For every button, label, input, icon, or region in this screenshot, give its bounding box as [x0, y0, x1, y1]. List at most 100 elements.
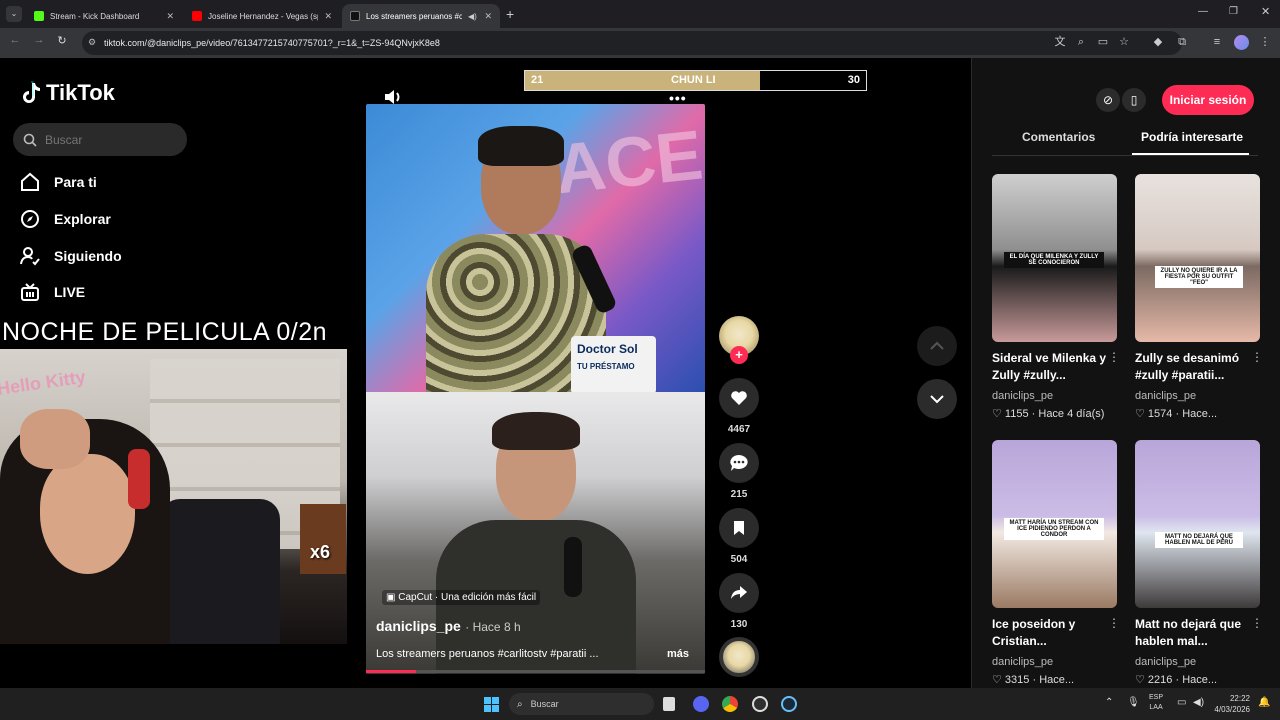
create-effect-button[interactable]: ⊘ [1096, 88, 1120, 112]
card-3-headline: MATT HARÍA UN STREAM CON ICE PIDIENDO PE… [1004, 518, 1104, 540]
recommended-video-1[interactable]: EL DÍA QUE MILENKA Y ZULLY SE CONOCIERON [992, 174, 1117, 342]
install-app-icon[interactable]: ▭ [1096, 35, 1110, 49]
restore-button[interactable]: ❐ [1229, 6, 1238, 17]
microphone-icon[interactable]: 🎙 [1127, 697, 1140, 708]
nav-siguiendo[interactable]: Siguiendo [20, 246, 122, 266]
video-author[interactable]: daniclips_pe [376, 618, 461, 634]
get-app-button[interactable]: ▯ [1122, 88, 1146, 112]
card-1-more-icon[interactable]: ⋮ [1108, 350, 1120, 364]
compass-small-icon: ⊘ [1102, 93, 1114, 107]
card-4-user[interactable]: daniclips_pe [1135, 656, 1196, 668]
clock[interactable]: 22:22 4/03/2026 [1212, 693, 1250, 715]
video-player[interactable]: FACE Doctor Sol TU PRÉSTAMO ▣ CapCut · U… [366, 104, 705, 674]
share-button[interactable] [719, 573, 759, 613]
extension-diamond-icon[interactable]: ◆ [1151, 35, 1165, 49]
tab-search-button[interactable]: ⌄ [6, 6, 22, 22]
search-bar[interactable] [13, 123, 187, 156]
windows-start-icon[interactable] [484, 697, 499, 712]
new-tab-button[interactable]: + [506, 6, 514, 22]
nav-live[interactable]: LIVE [20, 282, 85, 302]
recommended-video-4[interactable]: MATT NO DEJARÁ QUE HABLEN MAL DE PERÚ [1135, 440, 1260, 608]
card-3-user[interactable]: daniclips_pe [992, 656, 1053, 668]
taskbar-search[interactable]: ⌕ Buscar [509, 693, 654, 715]
recommended-video-3[interactable]: MATT HARÍA UN STREAM CON ICE PIDIENDO PE… [992, 440, 1117, 608]
close-icon[interactable]: ✕ [166, 11, 174, 22]
taskbar-search-label: Buscar [530, 699, 559, 709]
video-progress-fill [366, 670, 416, 673]
card-1-title[interactable]: Sideral ve Milenka y Zully #zully... [992, 350, 1110, 384]
windows-taskbar: ⌕ Buscar ⌃ 🎙 ESP LAA ▭ ◀) 22:22 4/03/202… [0, 688, 1280, 720]
scoreboard-name: CHUN LI [671, 74, 716, 86]
reload-button[interactable]: ↻ [53, 34, 71, 47]
notifications-icon[interactable]: 🔔 [1258, 697, 1270, 708]
nav-label: Para ti [54, 174, 97, 190]
nav-explorar[interactable]: Explorar [20, 209, 111, 229]
tab-kick-dashboard[interactable]: Stream - Kick Dashboard ✕ [26, 4, 182, 28]
capcut-badge[interactable]: ▣ CapCut · Una edición más fácil [382, 590, 541, 605]
card-2-more-icon[interactable]: ⋮ [1251, 350, 1263, 364]
address-bar[interactable]: ⚙ tiktok.com/@daniclips_pe/video/7613477… [82, 31, 1182, 55]
streamer-hand [20, 409, 90, 469]
previous-video-button[interactable] [917, 326, 957, 366]
comment-button[interactable] [719, 443, 759, 483]
card-3-more-icon[interactable]: ⋮ [1108, 616, 1120, 630]
zoom-icon[interactable]: ⌕ [1074, 35, 1088, 49]
video-progress-bar[interactable] [366, 670, 705, 673]
network-icon[interactable]: ▭ [1177, 697, 1186, 708]
follow-plus-button[interactable]: + [730, 346, 748, 364]
tray-chevron-icon[interactable]: ⌃ [1105, 697, 1113, 708]
scoreboard-right: 30 [847, 74, 860, 86]
tab-active-indicator [1132, 153, 1249, 155]
card-1-user[interactable]: daniclips_pe [992, 390, 1053, 402]
search-input[interactable] [45, 132, 175, 147]
card-1-time: Hace 4 día(s) [1038, 408, 1105, 420]
discord-icon[interactable] [693, 696, 709, 712]
nav-para-ti[interactable]: Para ti [20, 172, 97, 192]
caption-more-button[interactable]: más [667, 648, 689, 660]
reading-list-icon[interactable]: ≡ [1210, 35, 1224, 49]
minimize-button[interactable]: — [1198, 6, 1208, 17]
tab-tiktok[interactable]: Los streamers peruanos #ca ◀) ✕ [342, 4, 500, 28]
steam-icon[interactable] [781, 696, 797, 712]
close-icon[interactable]: ✕ [324, 11, 332, 22]
card-4-title[interactable]: Matt no dejará que hablen mal... [1135, 616, 1253, 650]
save-button[interactable] [719, 508, 759, 548]
emote-badge: x6 [300, 504, 346, 574]
browser-tab-bar: ⌄ Stream - Kick Dashboard ✕ Joseline Her… [0, 0, 1280, 28]
back-button[interactable]: ← [6, 34, 24, 46]
clock-date: 4/03/2026 [1214, 705, 1250, 714]
translate-icon[interactable]: 文 [1053, 35, 1067, 49]
card-2-title[interactable]: Zully se desanimó #zully #paratii... [1135, 350, 1253, 384]
language-indicator[interactable]: ESP LAA [1149, 693, 1163, 713]
next-video-button[interactable] [917, 379, 957, 419]
profile-avatar[interactable] [1234, 35, 1249, 50]
speaker-icon[interactable]: ◀) [468, 12, 477, 21]
chrome-icon[interactable] [722, 696, 738, 712]
browser-menu-icon[interactable]: ⋮ [1258, 35, 1272, 49]
site-info-icon[interactable]: ⚙ [88, 37, 96, 48]
recommended-video-2[interactable]: ZULLY NO QUIERE IR A LA FIESTA POR SU OU… [1135, 174, 1260, 342]
music-disc-avatar[interactable] [719, 637, 759, 677]
close-icon[interactable]: ✕ [484, 11, 492, 22]
card-2-user[interactable]: daniclips_pe [1135, 390, 1196, 402]
like-button[interactable] [719, 378, 759, 418]
capcut-icon: ▣ [386, 592, 399, 603]
file-explorer-icon[interactable] [663, 697, 675, 711]
card-3-title[interactable]: Ice poseidon y Cristian... [992, 616, 1110, 650]
login-button[interactable]: Iniciar sesión [1162, 85, 1254, 115]
volume-tray-icon[interactable]: ◀) [1193, 697, 1204, 708]
scoreboard-progress [525, 71, 761, 90]
extensions-icon[interactable]: ⧉ [1175, 35, 1189, 49]
card-4-more-icon[interactable]: ⋮ [1251, 616, 1263, 630]
obs-icon[interactable] [752, 696, 768, 712]
heart-outline-icon: ♡ [992, 408, 1005, 420]
tab-youtube[interactable]: Joseline Hernandez - Vegas (sp ✕ [184, 4, 340, 28]
tiktok-favicon-icon [350, 11, 360, 21]
tab-comentarios[interactable]: Comentarios [1022, 130, 1095, 144]
tab-podria-interesarte[interactable]: Podría interesarte [1141, 130, 1243, 144]
close-window-button[interactable]: ✕ [1261, 5, 1270, 18]
bookmark-star-icon[interactable]: ☆ [1117, 35, 1131, 49]
card-4-meta: ♡ 2216 · Hace... [1135, 673, 1217, 686]
tiktok-logo[interactable]: TikTok [20, 80, 115, 106]
forward-button[interactable]: → [30, 34, 48, 46]
